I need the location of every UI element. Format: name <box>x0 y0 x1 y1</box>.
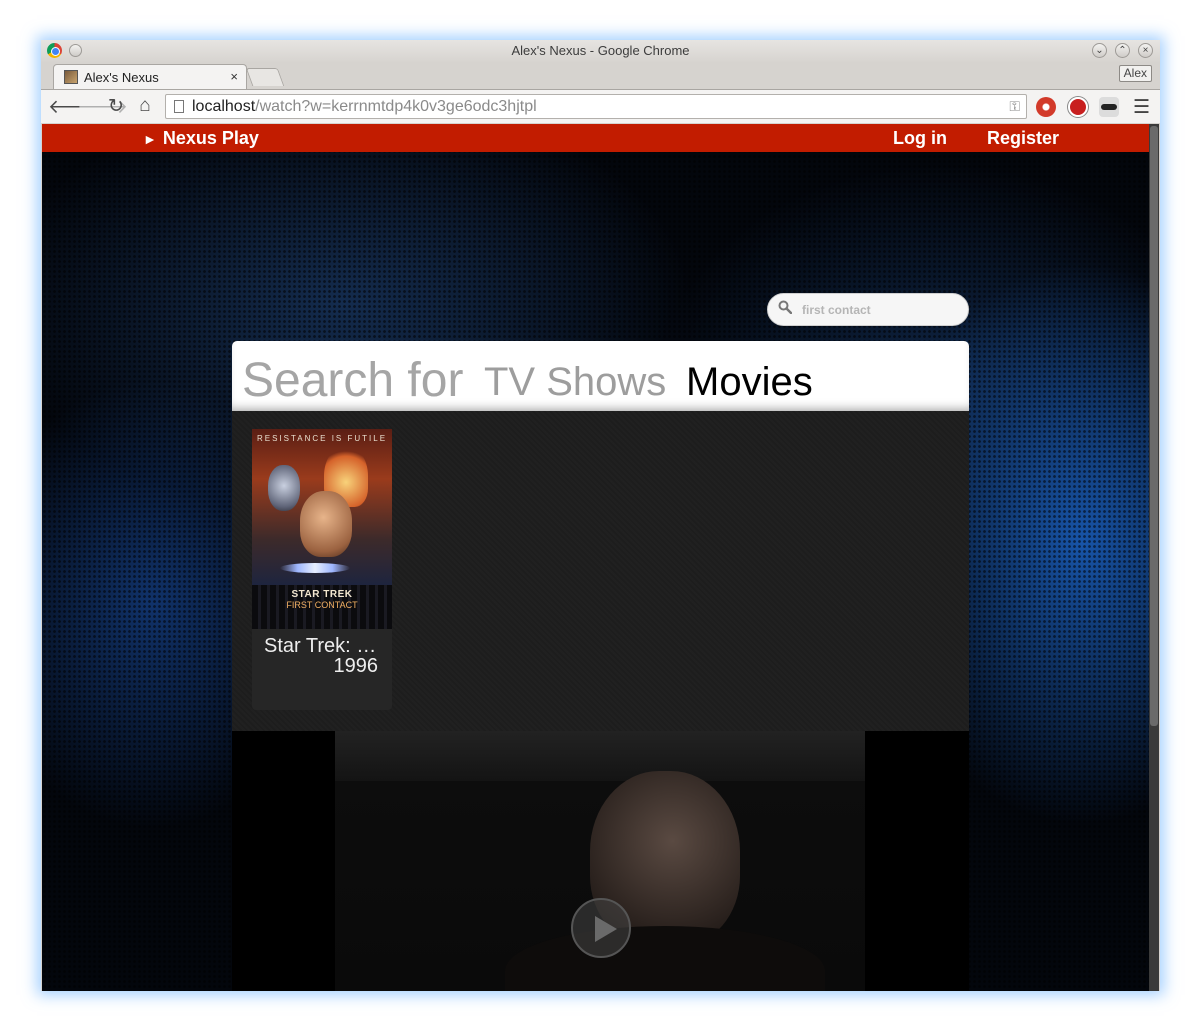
tab-strip: Alex's Nexus × Alex <box>41 62 1160 89</box>
page-icon <box>174 100 184 113</box>
home-icon[interactable]: ⌂ <box>134 95 156 117</box>
new-tab-button[interactable] <box>245 68 285 86</box>
tab-title: Alex's Nexus <box>84 70 159 85</box>
address-url[interactable]: localhost/watch?w=kerrnmtdp4k0v3ge6odc3h… <box>192 98 537 116</box>
poster-logo: STAR TREK <box>291 589 353 600</box>
page-scrollbar[interactable] <box>1149 124 1159 991</box>
video-still <box>505 926 825 991</box>
extension-badge-icon[interactable] <box>1036 97 1056 117</box>
forward-arrow-icon[interactable]: 🡒 <box>77 95 128 119</box>
tab-tv-shows[interactable]: TV Shows <box>484 360 666 405</box>
register-link[interactable]: Register <box>987 128 1059 149</box>
poster-art <box>280 563 350 573</box>
site-header: ► Nexus Play Log in Register <box>42 124 1149 152</box>
address-bar[interactable]: localhost/watch?w=kerrnmtdp4k0v3ge6odc3h… <box>165 94 1027 119</box>
search-box[interactable] <box>767 293 969 326</box>
scrollbar-thumb[interactable] <box>1150 126 1158 726</box>
tab-movies[interactable]: Movies <box>686 360 813 405</box>
extension-mask-icon[interactable] <box>1099 97 1119 117</box>
search-input[interactable] <box>802 301 952 319</box>
search-panel: Search for TV Shows Movies RESISTANCE IS… <box>232 341 969 731</box>
poster-art <box>300 491 352 557</box>
browser-tab[interactable]: Alex's Nexus × <box>53 64 247 89</box>
play-icon[interactable] <box>571 898 631 958</box>
search-panel-header: Search for TV Shows Movies <box>232 341 969 411</box>
extension-adblock-icon[interactable] <box>1068 97 1088 117</box>
search-icon <box>778 300 792 314</box>
tab-close-icon[interactable]: × <box>230 69 238 84</box>
window-title: Alex's Nexus - Google Chrome <box>511 43 690 58</box>
back-arrow-icon[interactable]: 🡐 <box>48 95 99 119</box>
minimize-icon[interactable]: ⌄ <box>1092 43 1107 58</box>
maximize-icon[interactable]: ⌃ <box>1115 43 1130 58</box>
play-triangle-icon: ► <box>143 131 157 147</box>
poster-tagline: RESISTANCE IS FUTILE <box>256 434 388 443</box>
page-viewport: ► Nexus Play Log in Register Search for T… <box>42 124 1159 991</box>
video-player[interactable] <box>232 731 969 991</box>
search-for-heading: Search for <box>242 354 464 407</box>
url-path: /watch?w=kerrnmtdp4k0v3ge6odc3hjtpl <box>255 98 537 115</box>
login-link[interactable]: Log in <box>893 128 947 149</box>
key-icon[interactable]: ⚿ <box>1009 98 1020 115</box>
movie-year: 1996 <box>333 655 379 677</box>
browser-window: Alex's Nexus - Google Chrome ⌄ ⌃ × Alex'… <box>41 40 1160 991</box>
reload-icon[interactable]: ↻ <box>105 95 127 118</box>
hamburger-menu-icon[interactable]: ☰ <box>1133 96 1150 119</box>
movie-poster[interactable]: RESISTANCE IS FUTILE STAR TREK FIRST CON… <box>252 429 392 629</box>
title-bar: Alex's Nexus - Google Chrome ⌄ ⌃ × <box>41 40 1160 62</box>
browser-toolbar: 🡐 🡒 ↻ ⌂ localhost/watch?w=kerrnmtdp4k0v3… <box>41 89 1160 123</box>
results-grid: RESISTANCE IS FUTILE STAR TREK FIRST CON… <box>232 411 969 731</box>
movie-card[interactable]: RESISTANCE IS FUTILE STAR TREK FIRST CON… <box>252 429 392 710</box>
url-host: localhost <box>192 98 256 115</box>
poster-logo-subtitle: FIRST CONTACT <box>286 600 358 610</box>
poster-art <box>268 465 300 511</box>
profile-badge[interactable]: Alex <box>1118 65 1152 82</box>
brand-link[interactable]: ► Nexus Play <box>143 128 259 149</box>
close-icon[interactable]: × <box>1138 43 1153 58</box>
favicon-icon <box>64 70 78 84</box>
brand-text: Nexus Play <box>162 128 259 148</box>
